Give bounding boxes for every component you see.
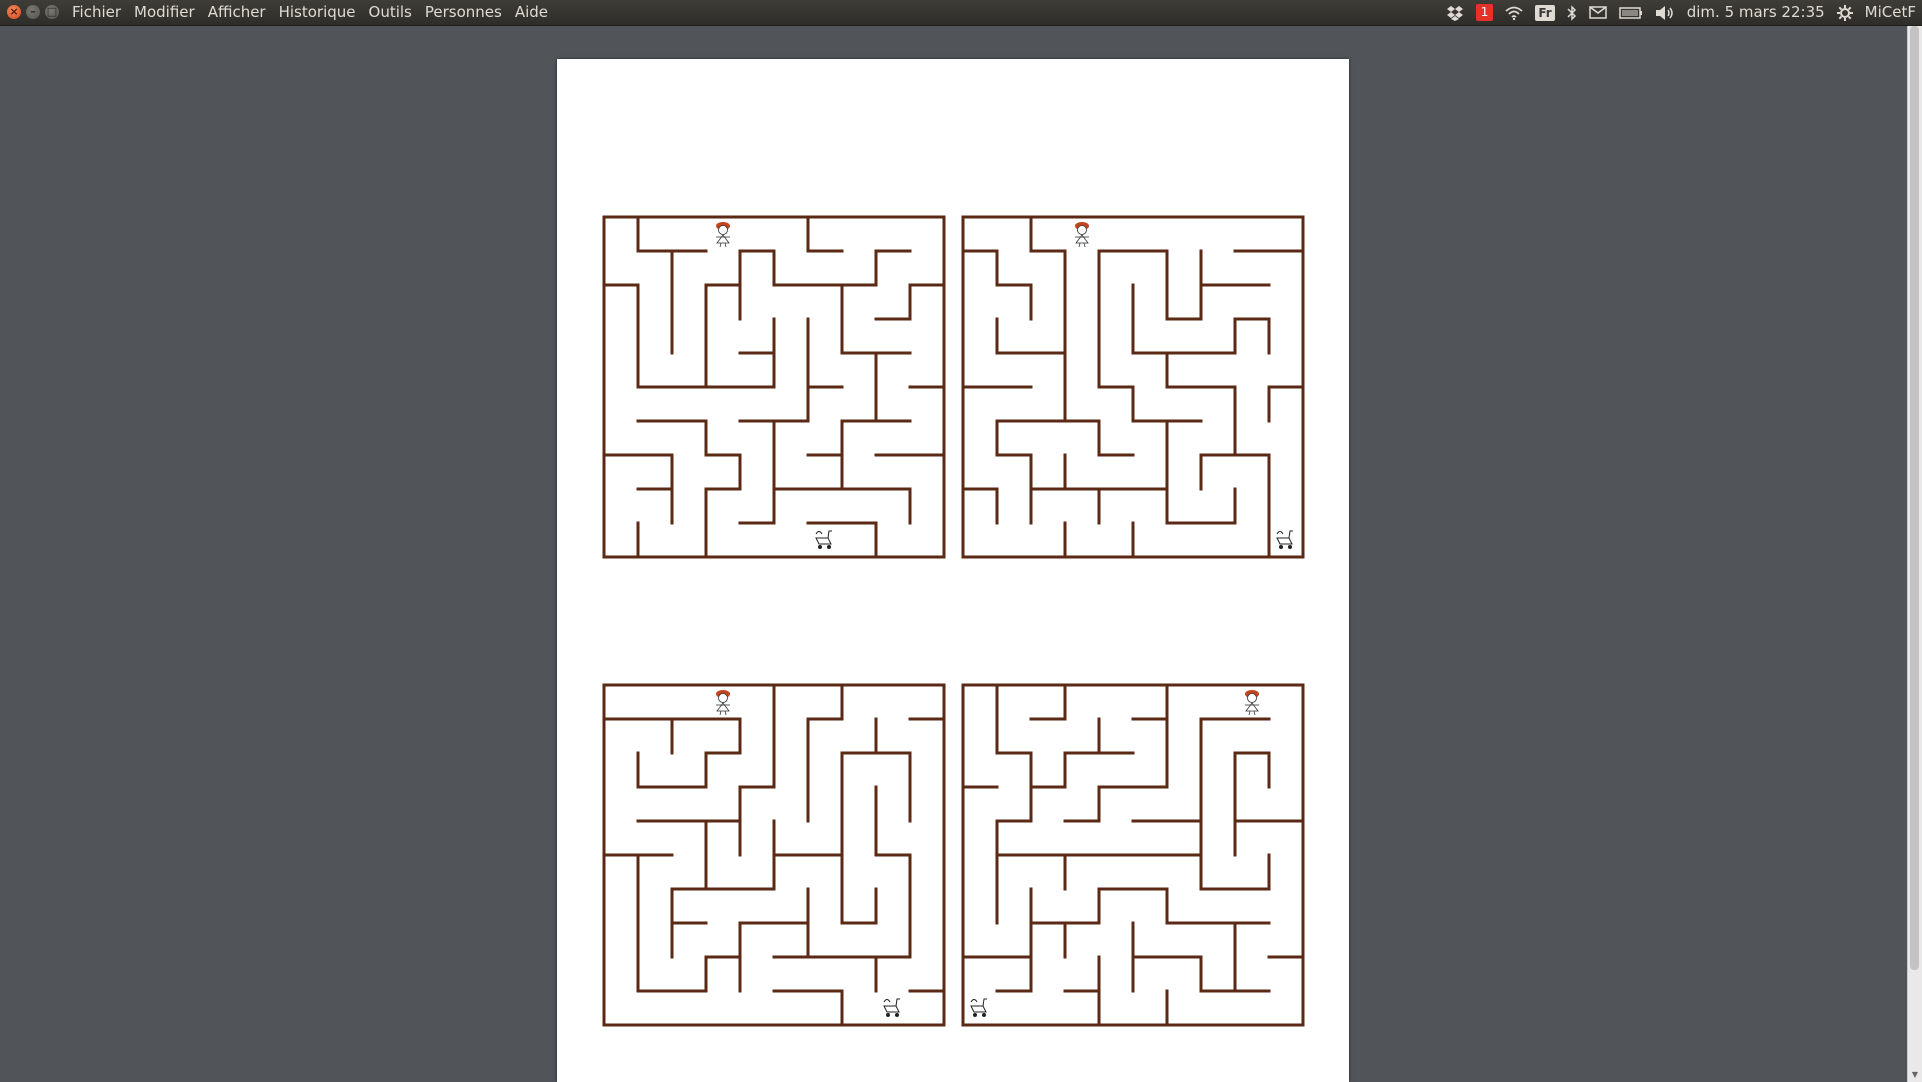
scrollbar-thumb[interactable]: [1910, 26, 1919, 970]
stroller-icon: [970, 998, 987, 1017]
battery-icon[interactable]: [1618, 6, 1643, 19]
notification-badge[interactable]: 1: [1475, 4, 1494, 21]
menu-outils[interactable]: Outils: [369, 0, 412, 25]
menu-historique[interactable]: Historique: [279, 0, 356, 25]
stroller-icon: [883, 998, 900, 1017]
scroll-down-arrow-icon[interactable]: ▼: [1910, 1070, 1920, 1080]
clock[interactable]: dim. 5 mars 22:35: [1687, 0, 1825, 25]
girl-figure-icon: [1075, 222, 1089, 248]
maze-top-right: [961, 215, 1305, 559]
maze-bottom-right: [961, 683, 1305, 1027]
menu-modifier[interactable]: Modifier: [134, 0, 195, 25]
menu-personnes[interactable]: Personnes: [425, 0, 502, 25]
minimize-window-icon[interactable]: –: [26, 5, 40, 19]
speaker-icon[interactable]: [1655, 5, 1675, 21]
document-page: [557, 59, 1349, 1082]
maximize-window-icon[interactable]: □: [45, 5, 59, 19]
girl-figure-icon: [1245, 690, 1259, 716]
menu-fichier[interactable]: Fichier: [72, 0, 121, 25]
close-window-icon[interactable]: ×: [7, 5, 21, 19]
girl-figure-icon: [716, 222, 730, 248]
envelope-icon[interactable]: [1588, 6, 1607, 19]
vertical-scrollbar[interactable]: ▼: [1907, 26, 1922, 1082]
girl-figure-icon: [716, 690, 730, 716]
maze-top-left: [602, 215, 946, 559]
keyboard-layout-indicator[interactable]: Fr: [1535, 4, 1555, 21]
maze-bottom-left: [602, 683, 946, 1027]
gear-icon[interactable]: [1836, 4, 1853, 21]
wifi-icon[interactable]: [1505, 6, 1523, 20]
stroller-icon: [815, 530, 832, 549]
menu-aide[interactable]: Aide: [515, 0, 548, 25]
top-menu-bar: × – □ Fichier Modifier Afficher Historiq…: [0, 0, 1922, 26]
session-username[interactable]: MiCetF: [1865, 0, 1916, 25]
dropbox-icon[interactable]: [1446, 5, 1464, 21]
menu-afficher[interactable]: Afficher: [208, 0, 266, 25]
stroller-icon: [1276, 530, 1293, 549]
bluetooth-icon[interactable]: [1567, 4, 1577, 21]
